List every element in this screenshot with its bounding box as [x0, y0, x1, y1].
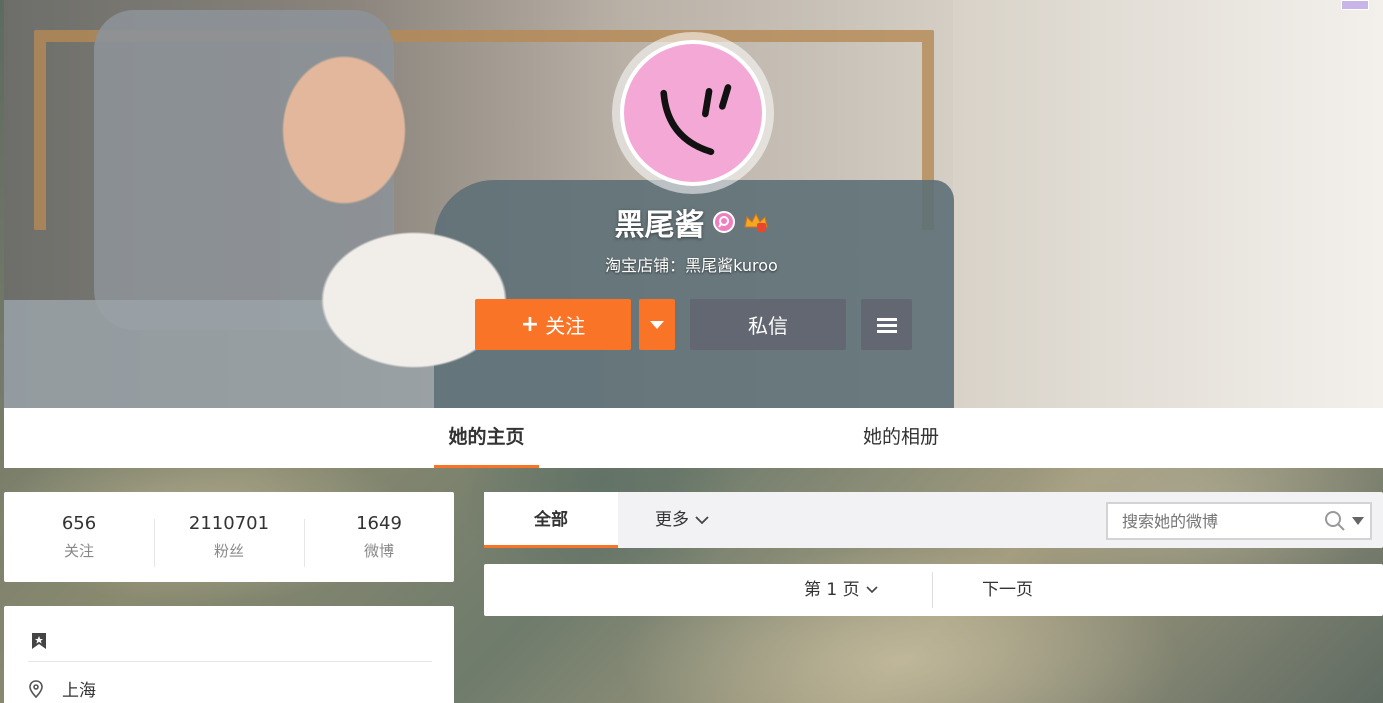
search-icon[interactable] — [1324, 510, 1346, 532]
message-button[interactable]: 私信 — [690, 299, 846, 350]
tab-home[interactable]: 她的主页 — [434, 408, 539, 468]
stats-card: 656 关注 2110701 粉丝 1649 微博 — [4, 492, 454, 582]
info-header — [28, 628, 432, 662]
stat-value: 2110701 — [188, 513, 270, 534]
pagination-bar: 第 1 页 下一页 — [484, 564, 1383, 616]
location-text: 上海 — [62, 681, 96, 701]
stat-label: 关注 — [63, 542, 94, 560]
search-box — [1106, 502, 1372, 540]
caret-down-icon[interactable] — [1352, 517, 1364, 525]
profile-name: 黑尾酱 — [614, 208, 705, 243]
shop-link[interactable]: 淘宝店铺：黑尾酱kuroo — [0, 252, 1383, 276]
stat-label: 微博 — [363, 542, 394, 560]
feed-toolbar: 全部 更多 — [484, 492, 1383, 548]
feed-tab-more[interactable]: 更多 — [655, 492, 709, 548]
crown-badge-icon[interactable] — [743, 211, 769, 233]
message-label: 私信 — [748, 314, 788, 338]
caret-down-icon — [650, 320, 664, 329]
bookmark-icon — [32, 633, 46, 649]
follow-button[interactable]: + 关注 — [475, 299, 631, 350]
stat-value: 1649 — [356, 513, 402, 534]
stat-followers[interactable]: 2110701 粉丝 — [154, 513, 304, 567]
stat-posts[interactable]: 1649 微博 — [304, 513, 454, 567]
stat-following[interactable]: 656 关注 — [4, 513, 154, 561]
stat-label: 粉丝 — [213, 542, 244, 560]
chevron-down-icon — [695, 515, 709, 524]
chevron-down-icon — [866, 586, 878, 594]
follow-dropdown-button[interactable] — [639, 299, 675, 350]
page-select[interactable]: 第 1 页 — [804, 564, 878, 616]
feed-more-label: 更多 — [655, 510, 689, 530]
more-menu-button[interactable] — [861, 299, 912, 350]
location-icon — [29, 679, 43, 698]
follow-label: 关注 — [545, 314, 586, 338]
page-current-label: 第 1 页 — [804, 580, 860, 600]
menu-icon — [876, 317, 897, 333]
profile-name-row: 黑尾酱 — [0, 200, 1383, 244]
pager-divider — [932, 572, 933, 608]
stat-value: 656 — [61, 513, 97, 534]
profile-tabbar: 她的主页 她的相册 — [4, 408, 1383, 468]
info-location-row: 上海 — [28, 676, 96, 701]
avatar[interactable] — [620, 40, 766, 186]
smiley-face-icon — [660, 84, 732, 156]
tab-albums[interactable]: 她的相册 — [846, 408, 956, 468]
plus-icon: + — [520, 312, 540, 337]
next-page-link[interactable]: 下一页 — [982, 564, 1033, 616]
info-card: 上海 — [4, 606, 454, 703]
feed-tab-all[interactable]: 全部 — [484, 492, 618, 548]
verified-badge-icon[interactable] — [712, 211, 735, 233]
search-input[interactable] — [1122, 511, 1312, 531]
cover-thumbnail[interactable] — [1341, 0, 1369, 10]
